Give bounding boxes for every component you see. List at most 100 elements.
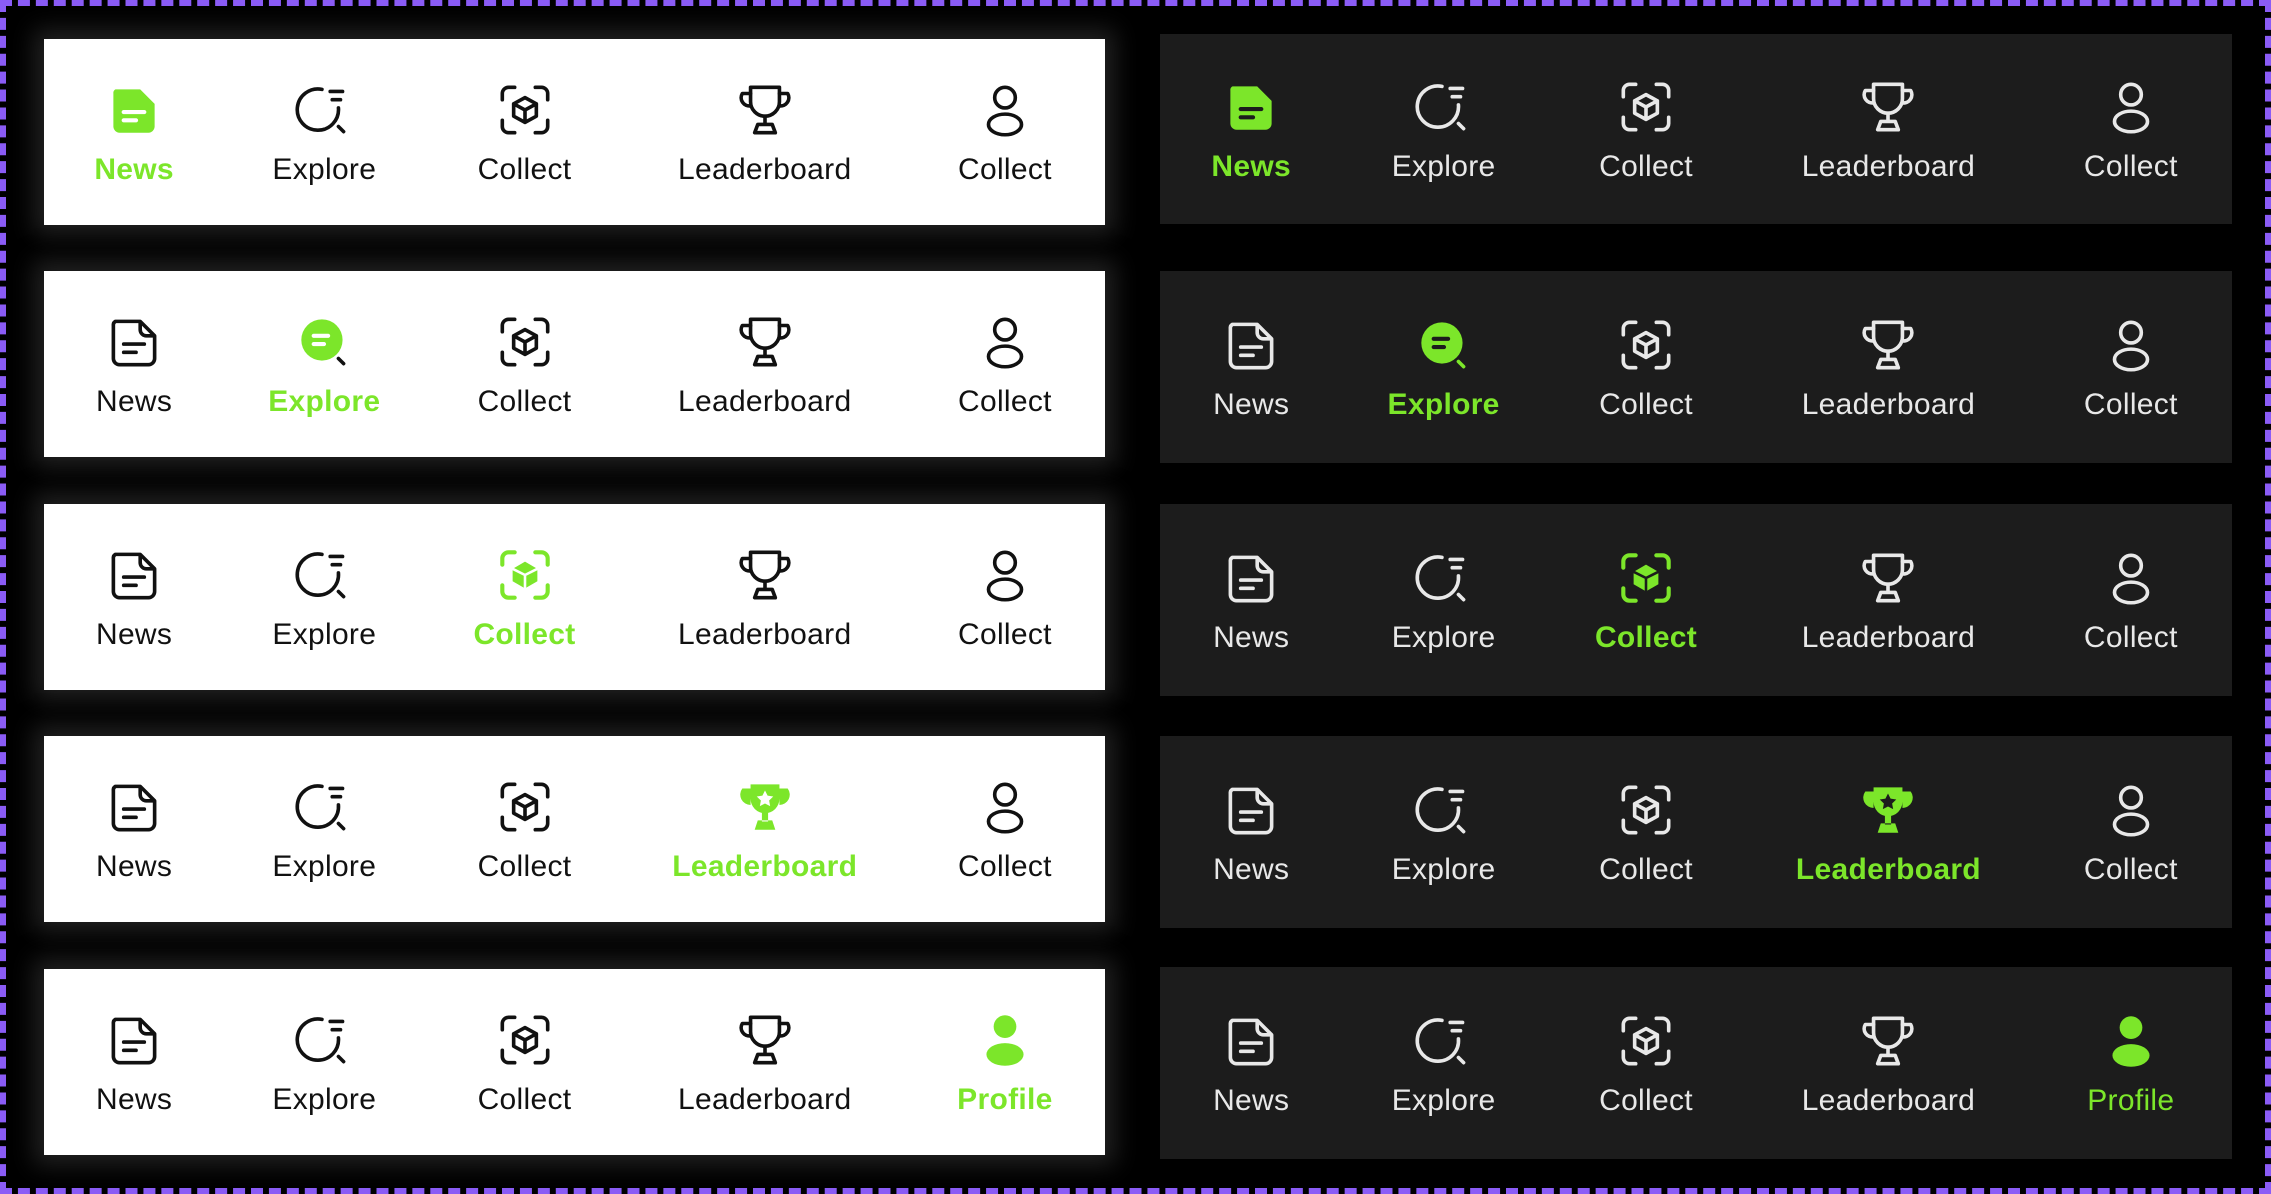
tab-collect[interactable]: Collect — [1545, 736, 1747, 928]
tab-collect[interactable]: Collect — [424, 271, 624, 457]
tab-explore[interactable]: Explore — [224, 39, 424, 225]
leaderboard-icon — [732, 1007, 798, 1073]
tab-profile[interactable]: Profile — [2030, 967, 2232, 1159]
news-icon — [101, 542, 167, 608]
profile-icon — [972, 77, 1038, 143]
tab-profile-label: Collect — [958, 153, 1052, 186]
tab-leaderboard-label: Leaderboard — [1801, 388, 1976, 421]
collect-icon — [492, 774, 558, 840]
tab-news[interactable]: News — [44, 969, 224, 1155]
tab-explore[interactable]: Explore — [1342, 967, 1544, 1159]
tab-profile[interactable]: Collect — [905, 39, 1105, 225]
tab-collect[interactable]: Collect — [424, 504, 624, 690]
tab-bar-dark-explore-active: News Explore Collect Leaderboard Collect — [1160, 271, 2232, 463]
profile-icon — [972, 542, 1038, 608]
tab-collect[interactable]: Collect — [1545, 271, 1747, 463]
profile-icon — [972, 309, 1038, 375]
tab-explore[interactable]: Explore — [224, 969, 424, 1155]
tab-profile-label: Collect — [958, 385, 1052, 418]
tab-collect[interactable]: Collect — [1545, 967, 1747, 1159]
tab-news[interactable]: News — [44, 39, 224, 225]
tab-explore-label: Explore — [272, 1083, 377, 1116]
tab-news[interactable]: News — [1160, 271, 1342, 463]
tab-collect[interactable]: Collect — [424, 969, 624, 1155]
tab-news-label: News — [95, 385, 173, 418]
tab-bar-light-profile-active: News Explore Collect Leaderboard Profile — [44, 969, 1105, 1155]
tab-news[interactable]: News — [1160, 34, 1342, 224]
tab-profile-label: Collect — [2083, 388, 2178, 421]
tab-explore-label: Explore — [268, 385, 381, 418]
profile-icon — [2098, 312, 2164, 378]
explore-icon — [1411, 545, 1477, 611]
tab-news-label: News — [95, 850, 173, 883]
tab-leaderboard[interactable]: Leaderboard — [625, 271, 905, 457]
news-icon — [1218, 312, 1284, 378]
leaderboard-icon — [1855, 777, 1921, 843]
tab-news-label: News — [1213, 621, 1290, 654]
tab-explore[interactable]: Explore — [1342, 736, 1544, 928]
tab-explore[interactable]: Explore — [224, 736, 424, 922]
tab-collect-label: Collect — [477, 850, 572, 883]
tab-leaderboard[interactable]: Leaderboard — [625, 736, 905, 922]
tab-leaderboard[interactable]: Leaderboard — [1747, 967, 2029, 1159]
tab-profile[interactable]: Collect — [2030, 504, 2232, 696]
tab-leaderboard[interactable]: Leaderboard — [1747, 34, 2029, 224]
tab-collect-label: Collect — [473, 618, 576, 651]
tab-news[interactable]: News — [1160, 504, 1342, 696]
tab-news[interactable]: News — [1160, 736, 1342, 928]
tab-bar-light-leaderboard-active: News Explore Collect Leaderboard Collect — [44, 736, 1105, 922]
tab-explore[interactable]: Explore — [1342, 271, 1544, 463]
tab-collect-label: Collect — [1599, 150, 1693, 183]
tab-profile[interactable]: Collect — [905, 736, 1105, 922]
tab-profile-label: Collect — [958, 618, 1052, 651]
news-icon — [1218, 1008, 1284, 1074]
tab-leaderboard[interactable]: Leaderboard — [625, 39, 905, 225]
tab-profile[interactable]: Collect — [2030, 736, 2232, 928]
tab-leaderboard[interactable]: Leaderboard — [1747, 736, 2029, 928]
news-icon — [1218, 777, 1284, 843]
explore-icon — [1411, 1008, 1477, 1074]
tab-news[interactable]: News — [44, 271, 224, 457]
collect-icon — [492, 309, 558, 375]
tab-profile[interactable]: Collect — [2030, 271, 2232, 463]
tab-leaderboard[interactable]: Leaderboard — [625, 504, 905, 690]
tab-collect[interactable]: Collect — [424, 736, 624, 922]
tab-collect[interactable]: Collect — [424, 39, 624, 225]
collect-icon — [1613, 545, 1679, 611]
tab-collect-label: Collect — [477, 153, 572, 186]
tab-profile[interactable]: Profile — [905, 969, 1105, 1155]
tab-collect[interactable]: Collect — [1545, 504, 1747, 696]
tab-explore[interactable]: Explore — [1342, 504, 1544, 696]
tab-leaderboard[interactable]: Leaderboard — [1747, 271, 2029, 463]
tab-explore-label: Explore — [272, 153, 377, 186]
tab-leaderboard-label: Leaderboard — [1801, 621, 1976, 654]
tab-news[interactable]: News — [44, 504, 224, 690]
tab-explore[interactable]: Explore — [1342, 34, 1544, 224]
tab-explore[interactable]: Explore — [224, 504, 424, 690]
explore-icon — [1411, 777, 1477, 843]
tab-news-label: News — [1213, 853, 1290, 886]
tab-profile[interactable]: Collect — [905, 271, 1105, 457]
tab-news[interactable]: News — [44, 736, 224, 922]
tab-explore[interactable]: Explore — [224, 271, 424, 457]
tab-profile[interactable]: Collect — [905, 504, 1105, 690]
tab-news[interactable]: News — [1160, 967, 1342, 1159]
profile-icon — [972, 1007, 1038, 1073]
explore-icon — [1411, 312, 1477, 378]
tab-profile-label: Collect — [2083, 150, 2178, 183]
tab-bar-light-collect-active: News Explore Collect Leaderboard Collect — [44, 504, 1105, 690]
tab-profile[interactable]: Collect — [2030, 34, 2232, 224]
tab-leaderboard[interactable]: Leaderboard — [1747, 504, 2029, 696]
tab-bar-dark-leaderboard-active: News Explore Collect Leaderboard Collect — [1160, 736, 2232, 928]
tab-leaderboard-label: Leaderboard — [1795, 853, 1981, 886]
tab-bar-dark-profile-active: News Explore Collect Leaderboard Profile — [1160, 967, 2232, 1159]
tab-collect[interactable]: Collect — [1545, 34, 1747, 224]
collect-icon — [492, 77, 558, 143]
tab-leaderboard[interactable]: Leaderboard — [625, 969, 905, 1155]
collect-icon — [1613, 74, 1679, 140]
tab-news-label: News — [1213, 1084, 1290, 1117]
tab-collect-label: Collect — [1594, 621, 1698, 654]
leaderboard-icon — [732, 309, 798, 375]
profile-icon — [2098, 777, 2164, 843]
tab-leaderboard-label: Leaderboard — [1801, 1084, 1976, 1117]
